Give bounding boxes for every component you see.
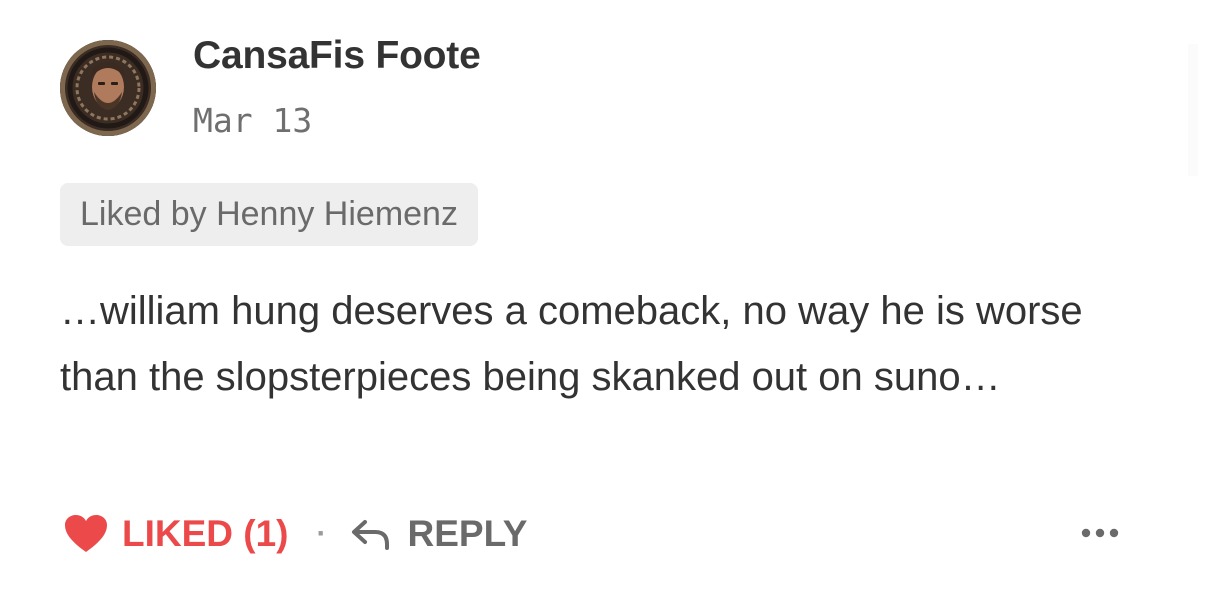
author-name[interactable]: CansaFis Foote: [193, 34, 481, 78]
reply-arrow-icon: [351, 520, 389, 550]
reply-button[interactable]: REPLY: [351, 513, 528, 555]
ellipsis-icon: [1081, 528, 1119, 538]
liked-by-badge: Liked by Henny Hiemenz: [60, 183, 478, 246]
avatar[interactable]: [60, 40, 156, 136]
heart-icon: [65, 515, 107, 552]
more-options-button[interactable]: [1078, 518, 1122, 548]
avatar-image: [60, 40, 156, 136]
comment-date[interactable]: Mar 13: [193, 101, 312, 140]
like-button[interactable]: LIKED (1): [60, 513, 289, 555]
like-label: LIKED (1): [122, 513, 289, 554]
comment-body: …william hung deserves a comeback, no wa…: [60, 289, 1083, 399]
reply-label: REPLY: [407, 513, 528, 554]
comment-actions: LIKED (1) · REPLY: [60, 505, 527, 563]
action-separator: ·: [316, 517, 327, 550]
scroll-edge: [1188, 44, 1198, 176]
